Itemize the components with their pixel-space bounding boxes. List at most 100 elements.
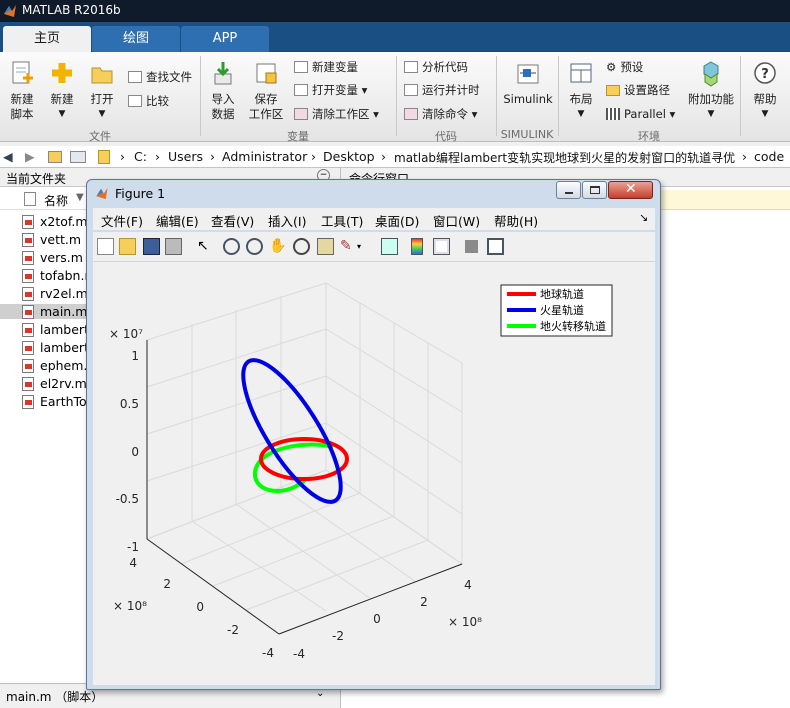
new-script-button[interactable]: 新建 脚本 <box>4 60 40 122</box>
pointer-icon[interactable]: ↖ <box>197 238 214 255</box>
import-data-button[interactable]: 导入 数据 <box>206 60 240 122</box>
ribbon-tab-bar: 主页 绘图 APP <box>0 22 790 52</box>
tab-plots[interactable]: 绘图 <box>92 26 180 52</box>
set-path-button[interactable]: 设置路径 <box>606 83 670 97</box>
analyze-code-button[interactable]: 分析代码 <box>404 60 468 74</box>
list-item[interactable]: lambert <box>20 322 89 337</box>
compare-button[interactable]: 比较 <box>128 94 169 108</box>
show-tools-icon[interactable] <box>487 238 504 255</box>
save-ws-label-2: 工作区 <box>248 107 284 121</box>
preferences-button[interactable]: ⚙ 预设 <box>606 60 643 74</box>
group-code-label: 代码 <box>435 130 457 143</box>
clear-workspace-button[interactable]: 清除工作区 ▾ <box>294 107 379 121</box>
list-item[interactable]: vers.m <box>20 250 83 265</box>
run-time-label: 运行并计时 <box>422 83 480 97</box>
back-icon[interactable]: ◀ <box>3 149 13 164</box>
forward-icon[interactable]: ▶ <box>25 149 35 164</box>
crumb-administrator[interactable]: Administrator <box>222 149 307 164</box>
zoom-out-icon[interactable] <box>246 238 263 255</box>
new-figure-icon[interactable] <box>97 238 114 255</box>
find-files-button[interactable]: 查找文件 <box>128 70 192 84</box>
list-item[interactable]: EarthTo <box>20 394 87 409</box>
list-item-selected[interactable]: main.m <box>0 304 88 319</box>
m-file-icon <box>22 323 34 337</box>
y-tick-label: -2 <box>227 623 239 637</box>
close-button[interactable]: ✕ <box>608 181 653 199</box>
save-workspace-button[interactable]: 保存 工作区 <box>246 60 286 122</box>
simulink-button[interactable]: Simulink <box>500 60 556 107</box>
browse-icon[interactable] <box>70 151 86 163</box>
print-icon[interactable] <box>165 238 182 255</box>
brush-icon[interactable]: ✎ <box>340 238 357 255</box>
minimize-button[interactable] <box>556 181 581 199</box>
m-file-icon <box>22 305 34 319</box>
crumb-drive[interactable]: C: <box>134 149 147 164</box>
addons-button[interactable]: 附加功能 ▼ <box>686 60 736 122</box>
list-item[interactable]: vett.m <box>20 232 81 247</box>
layout-button[interactable]: 布局 ▼ <box>564 60 598 122</box>
group-environment-label: 环境 <box>638 130 660 143</box>
new-script-label-2: 脚本 <box>10 107 34 121</box>
run-and-time-button[interactable]: 运行并计时 <box>404 83 480 97</box>
list-item[interactable]: rv2el.m <box>20 286 88 301</box>
figure-window[interactable]: Figure 1 ✕ 文件(F) 编辑(E) 查看(V) 插入(I) 工具(T)… <box>86 179 661 690</box>
rotate-icon[interactable] <box>293 238 310 255</box>
find-files-icon <box>128 71 142 83</box>
parallel-icon <box>606 108 620 120</box>
m-file-icon <box>22 395 34 409</box>
orbit-plot[interactable]: × 10⁷ 1 0.5 0 -0.5 -1 4 2 0 -2 -4 × 10⁸ … <box>93 262 655 685</box>
name-column-header[interactable]: 名称 <box>44 192 68 209</box>
help-button[interactable]: ? 帮助 ▼ <box>746 60 784 122</box>
save-icon[interactable] <box>143 238 160 255</box>
crumb-desktop[interactable]: Desktop <box>323 149 375 164</box>
open-variable-button[interactable]: 打开变量 ▾ <box>294 83 367 97</box>
ribbon-divider <box>558 56 559 136</box>
chevron-down-icon[interactable]: ▾ <box>357 238 374 255</box>
menu-file[interactable]: 文件(F) <box>101 211 143 230</box>
details-text: main.m （脚本） <box>6 690 104 704</box>
clear-commands-button[interactable]: 清除命令 ▾ <box>404 107 477 121</box>
up-folder-icon[interactable] <box>48 151 62 163</box>
link-plot-icon[interactable] <box>381 238 398 255</box>
tab-home[interactable]: 主页 <box>3 26 91 52</box>
address-bar: ◀ ▶ › C: › Users › Administrator › Deskt… <box>0 146 790 168</box>
simulink-icon <box>517 64 539 84</box>
menu-tools[interactable]: 工具(T) <box>321 211 363 230</box>
hide-tools-icon[interactable] <box>465 240 478 253</box>
menu-help[interactable]: 帮助(H) <box>494 211 538 230</box>
data-cursor-icon[interactable] <box>317 238 334 255</box>
legend-box[interactable]: 地球轨道 火星轨道 地火转移轨道 <box>500 284 613 337</box>
zoom-in-icon[interactable] <box>223 238 240 255</box>
menu-view[interactable]: 查看(V) <box>211 211 254 230</box>
ribbon-divider <box>740 56 741 136</box>
menu-insert[interactable]: 插入(I) <box>268 211 306 230</box>
crumb-code[interactable]: code <box>754 149 784 164</box>
pan-icon[interactable]: ✋ <box>269 238 286 255</box>
file-type-icon <box>24 192 36 206</box>
maximize-button[interactable] <box>582 181 607 199</box>
plus-icon <box>52 63 72 83</box>
colorbar-icon[interactable] <box>411 238 423 255</box>
import-icon <box>214 62 232 85</box>
menu-edit[interactable]: 编辑(E) <box>156 211 199 230</box>
figure-title: Figure 1 <box>115 186 166 201</box>
menu-window[interactable]: 窗口(W) <box>433 211 480 230</box>
menu-desktop[interactable]: 桌面(D) <box>375 211 419 230</box>
tab-apps[interactable]: APP <box>181 26 269 52</box>
parallel-button[interactable]: Parallel ▾ <box>606 107 675 121</box>
new-variable-button[interactable]: 新建变量 <box>294 60 358 74</box>
crumb-users[interactable]: Users <box>168 149 203 164</box>
crumb-project-folder[interactable]: matlab编程lambert变轨实现地球到火星的发射窗口的轨道寻优 <box>394 149 735 166</box>
file-name: main.m <box>40 304 88 319</box>
legend-icon[interactable] <box>433 238 450 255</box>
list-item[interactable]: x2tof.m <box>20 214 88 229</box>
dock-arrow-icon[interactable]: ↘ <box>639 211 648 224</box>
new-button[interactable]: 新建 ▼ <box>46 60 78 122</box>
list-item[interactable]: lambert <box>20 340 89 355</box>
file-list: x2tof.m vett.m vers.m tofabn.m rv2el.m m… <box>0 212 100 412</box>
open-button[interactable]: 打开 ▼ <box>86 60 118 122</box>
svg-text:?: ? <box>761 67 769 82</box>
figure-canvas[interactable]: × 10⁷ 1 0.5 0 -0.5 -1 4 2 0 -2 -4 × 10⁸ … <box>93 262 655 685</box>
open-file-icon[interactable] <box>119 238 136 255</box>
list-item[interactable]: el2rv.m <box>20 376 87 391</box>
